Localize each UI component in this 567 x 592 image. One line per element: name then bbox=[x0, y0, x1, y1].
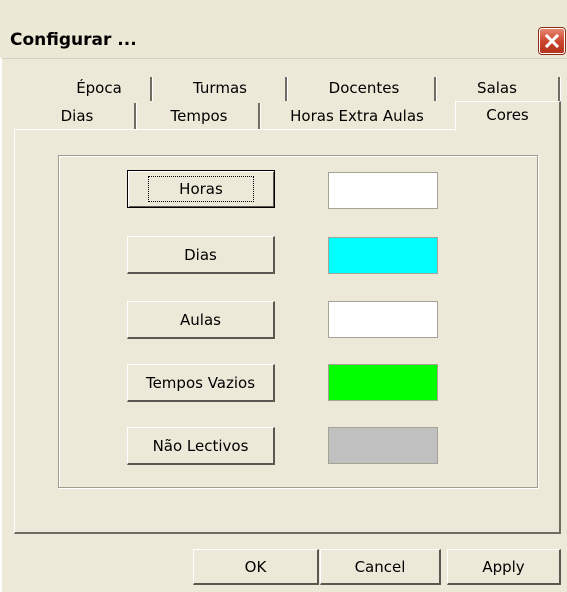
tab-separator bbox=[285, 77, 288, 101]
button-label: Cancel bbox=[354, 557, 406, 576]
cancel-button[interactable]: Cancel bbox=[320, 549, 441, 585]
tab-label: Salas bbox=[477, 79, 517, 97]
tab-tempos[interactable]: Tempos bbox=[138, 105, 260, 127]
tab-separator bbox=[558, 77, 561, 101]
tempos-vazios-color-button[interactable]: Tempos Vazios bbox=[127, 364, 275, 402]
tab-label: Dias bbox=[60, 107, 94, 125]
tab-label: Horas Extra Aulas bbox=[290, 107, 424, 125]
tab-salas[interactable]: Salas bbox=[440, 77, 554, 99]
aulas-color-button[interactable]: Aulas bbox=[127, 301, 275, 339]
dias-color-swatch bbox=[328, 237, 438, 274]
tab-label: Cores bbox=[486, 106, 529, 124]
button-label: OK bbox=[244, 557, 267, 576]
button-label: Dias bbox=[184, 245, 217, 264]
tab-dias[interactable]: Dias bbox=[22, 105, 132, 127]
aulas-color-swatch bbox=[328, 301, 438, 338]
apply-button[interactable]: Apply bbox=[447, 549, 561, 585]
tab-docentes[interactable]: Docentes bbox=[290, 77, 438, 99]
tempos-vazios-color-swatch bbox=[328, 364, 438, 401]
button-label: Horas bbox=[148, 176, 254, 202]
button-label: Não Lectivos bbox=[152, 436, 249, 455]
tab-cores[interactable]: Cores bbox=[455, 101, 561, 131]
tab-label: Docentes bbox=[328, 79, 400, 97]
nao-lectivos-color-button[interactable]: Não Lectivos bbox=[127, 427, 275, 465]
nao-lectivos-color-swatch bbox=[328, 427, 438, 464]
close-button[interactable] bbox=[539, 28, 565, 54]
button-label: Aulas bbox=[180, 310, 221, 329]
tab-label: Época bbox=[76, 79, 122, 97]
tab-separator bbox=[258, 103, 261, 129]
tab-separator bbox=[150, 77, 153, 101]
tab-label: Turmas bbox=[193, 79, 247, 97]
button-label: Apply bbox=[482, 557, 525, 576]
button-label: Tempos Vazios bbox=[145, 373, 256, 392]
tab-separator bbox=[434, 77, 437, 101]
tab-epoca[interactable]: Época bbox=[46, 77, 152, 99]
horas-color-button[interactable]: Horas bbox=[127, 170, 275, 208]
close-icon bbox=[544, 33, 560, 49]
tab-horas-extra-aulas[interactable]: Horas Extra Aulas bbox=[262, 105, 452, 127]
window-title: Configurar ... bbox=[10, 30, 137, 50]
tab-separator bbox=[134, 103, 137, 129]
dias-color-button[interactable]: Dias bbox=[127, 236, 275, 274]
title-bar[interactable]: Configurar ... bbox=[0, 0, 567, 59]
tab-turmas[interactable]: Turmas bbox=[156, 77, 284, 99]
horas-color-swatch bbox=[328, 172, 438, 209]
ok-button[interactable]: OK bbox=[193, 549, 319, 585]
tab-label: Tempos bbox=[170, 107, 228, 125]
